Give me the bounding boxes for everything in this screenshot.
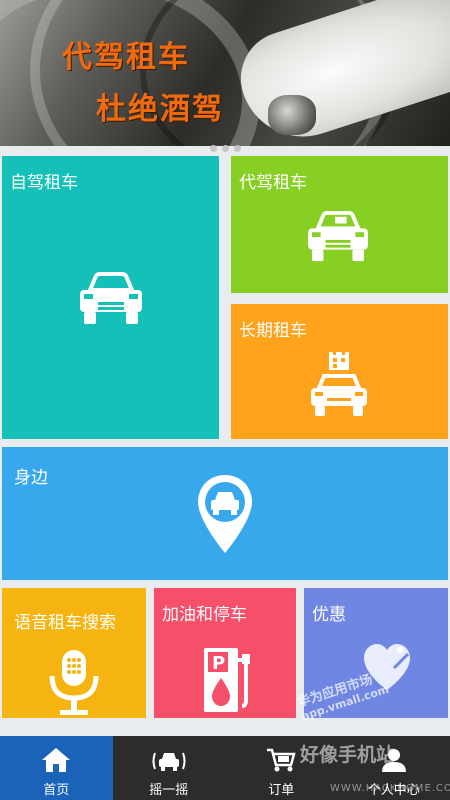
tile-nearby-label: 身边 — [14, 468, 48, 488]
watermark-site: 好像手机站 — [300, 744, 396, 766]
tile-self-drive[interactable]: 自驾租车 — [2, 156, 219, 439]
page-dot[interactable] — [221, 145, 229, 152]
car-icon — [80, 272, 142, 324]
tab-shake-label: 摇一摇 — [149, 783, 189, 798]
tab-home-label: 首页 — [43, 783, 70, 798]
tab-home[interactable]: 首页 — [0, 736, 113, 800]
tile-long-term-label: 长期租车 — [239, 321, 307, 341]
home-icon — [42, 748, 71, 772]
tile-chauffeur-label: 代驾租车 — [239, 173, 307, 193]
banner-page-indicator — [0, 144, 450, 154]
cart-icon — [267, 748, 296, 772]
watermark-url: WWW.HACKHOME.COM — [330, 783, 450, 794]
tile-long-term-rental[interactable]: 长期租车 — [231, 304, 448, 439]
page-dot[interactable] — [209, 145, 217, 152]
svg-text:P: P — [212, 653, 225, 674]
page-dot[interactable] — [233, 145, 241, 152]
car-with-calendar-icon — [311, 350, 367, 416]
tile-promotions-label: 优惠 — [312, 605, 346, 625]
tile-self-drive-label: 自驾租车 — [10, 173, 78, 193]
tab-orders-label: 订单 — [268, 783, 295, 798]
location-pin-car-icon — [198, 475, 252, 553]
microphone-icon — [49, 650, 99, 715]
banner-slogan-line2: 杜绝酒驾 — [96, 92, 224, 127]
shake-car-icon — [152, 752, 186, 771]
fuel-pump-parking-icon: P — [204, 648, 250, 712]
car-icon — [308, 211, 368, 262]
tile-fuel-parking-label: 加油和停车 — [162, 605, 247, 625]
promo-banner[interactable]: 代驾租车 杜绝酒驾 — [0, 0, 450, 146]
tile-chauffeur-rental[interactable]: 代驾租车 — [231, 156, 448, 293]
tile-fuel-parking[interactable]: 加油和停车 P — [154, 588, 296, 718]
banner-keys-image — [268, 95, 316, 135]
tile-nearby[interactable]: 身边 — [2, 447, 448, 580]
tile-voice-search-label: 语音租车搜索 — [14, 613, 116, 633]
tab-shake[interactable]: 摇一摇 — [113, 736, 226, 800]
banner-slogan-line1: 代驾租车 — [62, 40, 190, 75]
tile-voice-search[interactable]: 语音租车搜索 — [2, 588, 146, 718]
